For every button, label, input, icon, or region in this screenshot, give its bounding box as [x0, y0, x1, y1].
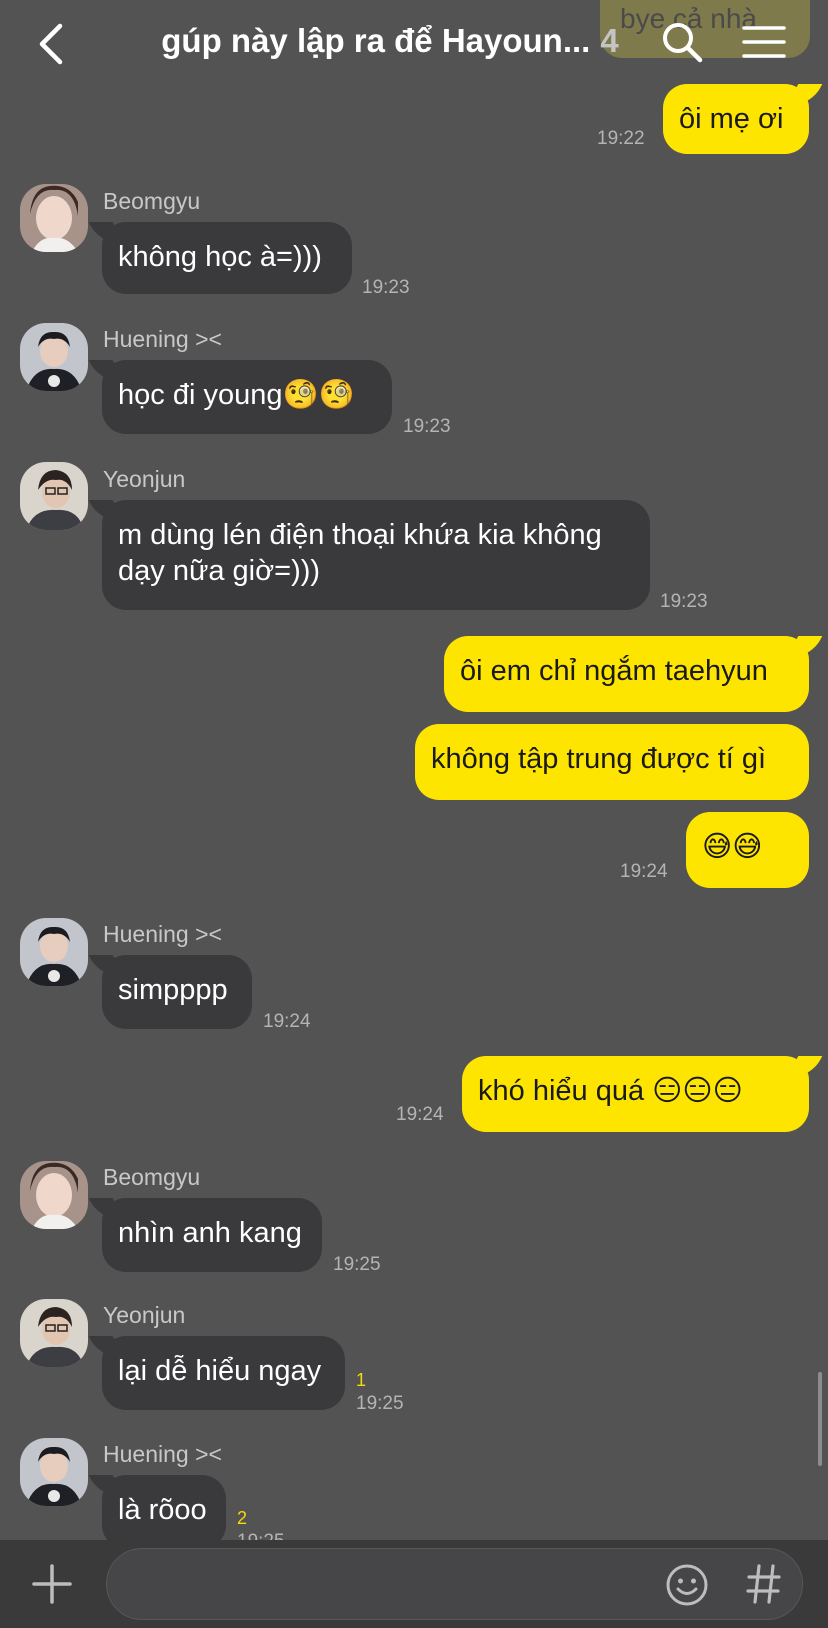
avatar-huening[interactable] — [20, 1438, 88, 1506]
incoming-message-bubble[interactable]: simpppp — [102, 955, 252, 1029]
sender-name: Yeonjun — [103, 1302, 186, 1328]
hamburger-menu-icon — [742, 26, 786, 58]
message-text: simpppp — [118, 974, 228, 1006]
message-text: không tập trung được tí gì — [431, 743, 767, 775]
sender-name: Huening >< — [103, 921, 222, 947]
chat-title-area[interactable]: gúp này lập ra để Hayoun... 4 — [120, 22, 660, 68]
avatar-huening[interactable] — [20, 323, 88, 391]
avatar-yeonjun[interactable] — [20, 462, 88, 530]
menu-button[interactable] — [742, 22, 786, 62]
incoming-message-bubble[interactable]: học đi young🧐🧐 — [102, 360, 392, 434]
unread-count: 2 — [237, 1508, 248, 1528]
grinning-sweat-emoji: 😅😅 — [702, 831, 763, 863]
emoticon-button[interactable] — [664, 1562, 710, 1608]
message-time: 19:24 — [620, 861, 668, 882]
message-time: 19:23 — [362, 277, 410, 298]
hashtag-icon — [746, 1564, 781, 1604]
outgoing-message-bubble[interactable]: không tập trung được tí gì — [415, 724, 809, 800]
chevron-left-icon — [39, 23, 63, 65]
chat-header: gúp này lập ra để Hayoun... 4 — [0, 0, 828, 86]
sender-name: Huening >< — [103, 326, 222, 352]
avatar-photo — [20, 1299, 88, 1367]
search-icon — [663, 23, 703, 63]
avatar-photo — [20, 1438, 88, 1506]
sender-name: Beomgyu — [103, 1164, 201, 1190]
message-time: 19:23 — [403, 416, 451, 437]
message-text: ôi mẹ ơi — [679, 103, 784, 135]
incoming-message-bubble[interactable]: lại dễ hiểu ngay — [102, 1336, 345, 1410]
chat-screen: bye cả nhà gúp này lập ra để Hayoun... 4 … — [0, 0, 828, 1628]
outgoing-message-bubble[interactable]: 😅😅 — [686, 812, 809, 888]
hashtag-button[interactable] — [744, 1560, 784, 1608]
message-time: 19:22 — [597, 128, 645, 149]
message-time: 19:23 — [660, 591, 708, 612]
avatar-photo — [20, 323, 88, 391]
message-text: ôi em chỉ ngắm taehyun — [460, 655, 768, 687]
sender-name: Yeonjun — [103, 466, 186, 492]
unread-count: 1 — [356, 1370, 367, 1390]
message-time: 19:24 — [263, 1011, 311, 1032]
expressionless-face-emoji: 😑😑😑 — [652, 1075, 743, 1107]
message-time: 19:24 — [396, 1104, 444, 1125]
message-text: khó hiểu quá — [478, 1075, 645, 1107]
message-time: 19:25 — [333, 1254, 381, 1275]
avatar-photo — [20, 184, 88, 252]
chat-title: gúp này lập ra để Hayoun... — [161, 22, 591, 59]
incoming-message-bubble[interactable]: m dùng lén điện thoại khứa kia không dạy… — [102, 500, 650, 610]
back-button[interactable] — [30, 18, 74, 70]
smiley-icon — [666, 1564, 708, 1606]
message-text: nhìn anh kang — [118, 1217, 302, 1249]
incoming-message-bubble[interactable]: là rõoo — [102, 1475, 226, 1549]
message-text-line: dạy nữa giờ=))) — [118, 555, 321, 587]
avatar-yeonjun[interactable] — [20, 1299, 88, 1367]
outgoing-message-bubble[interactable]: ôi mẹ ơi — [663, 84, 809, 154]
avatar-beomgyu[interactable] — [20, 1161, 88, 1229]
message-text: học đi young — [118, 379, 283, 411]
message-composer — [0, 1540, 828, 1628]
avatar-photo — [20, 462, 88, 530]
plus-icon — [32, 1564, 72, 1604]
incoming-message-bubble[interactable]: nhìn anh kang — [102, 1198, 322, 1272]
outgoing-message-bubble[interactable]: ôi em chỉ ngắm taehyun — [444, 636, 809, 712]
message-time: 19:25 — [356, 1393, 404, 1414]
incoming-message-bubble[interactable]: không học à=))) — [102, 222, 352, 294]
sender-name: Beomgyu — [103, 188, 201, 214]
outgoing-message-bubble[interactable]: khó hiểu quá 😑😑😑 — [462, 1056, 809, 1132]
search-button[interactable] — [660, 20, 704, 64]
member-count: 4 — [600, 22, 619, 59]
avatar-beomgyu[interactable] — [20, 184, 88, 252]
message-text: không học à=))) — [118, 241, 322, 273]
attach-button[interactable] — [30, 1562, 74, 1606]
message-text: lại dễ hiểu ngay — [118, 1355, 322, 1387]
message-text-line: m dùng lén điện thoại khứa kia không — [118, 519, 602, 551]
avatar-photo — [20, 918, 88, 986]
sender-name: Huening >< — [103, 1441, 222, 1467]
avatar-photo — [20, 1161, 88, 1229]
avatar-huening[interactable] — [20, 918, 88, 986]
message-text: là rõoo — [118, 1494, 207, 1526]
monocle-face-emoji: 🧐🧐 — [282, 379, 355, 411]
scrollbar[interactable] — [818, 1372, 822, 1466]
